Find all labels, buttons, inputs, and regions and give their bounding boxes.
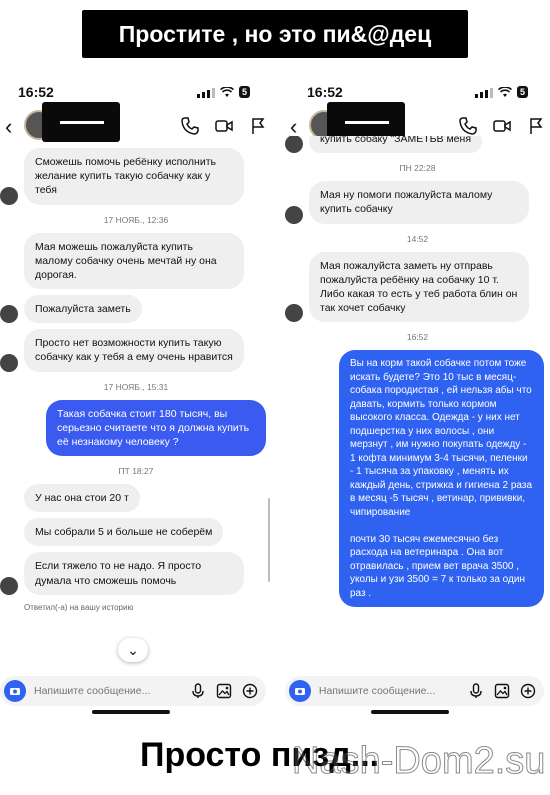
home-indicator (371, 710, 449, 714)
sender-avatar (285, 205, 303, 224)
message-feed: Сможешь помочь ребёнку исполнить желание… (0, 142, 272, 670)
sender-avatar (0, 353, 18, 372)
reply-note: Ответил(-а) на вашу историю (24, 602, 134, 612)
video-icon[interactable] (492, 116, 512, 136)
phone-icon[interactable] (180, 116, 200, 136)
gallery-icon[interactable] (216, 683, 232, 699)
message-input[interactable] (318, 685, 468, 697)
timestamp: ПТ 18:27 (118, 466, 154, 477)
scrollbar[interactable] (268, 498, 270, 582)
signal-icon (474, 87, 493, 98)
message-incoming[interactable]: Мы собрали 5 и больше не соберём (0, 518, 272, 547)
wifi-icon (497, 86, 512, 97)
status-bar: 16:52 5 (285, 84, 550, 102)
signal-icon (196, 87, 215, 98)
chevron-down-icon[interactable]: ⌄ (118, 638, 148, 662)
timestamp: 16:52 (406, 332, 429, 343)
top-banner: Простите , но это пи&@дец (82, 10, 468, 58)
sender-avatar (285, 304, 303, 323)
sender-avatar (0, 186, 18, 205)
sender-avatar (0, 576, 18, 595)
message-feed: купить собаку "ЗАМЕТЬВ меня ПН 22:28 Мая… (285, 136, 550, 670)
timestamp: 17 НОЯБ., 12:36 (103, 214, 169, 225)
status-time: 16:52 (18, 84, 54, 100)
message-incoming[interactable]: Мая пожалуйста заметь ну отправь пожалуй… (285, 251, 550, 323)
wifi-icon (219, 86, 234, 97)
left-screenshot: 16:52 5 ‹ Сможешь помочь ребёнку исполни… (0, 78, 272, 718)
phone-icon[interactable] (458, 116, 478, 136)
sender-avatar (0, 305, 18, 324)
status-time: 16:52 (307, 84, 343, 100)
status-bar: 16:52 5 (0, 84, 272, 102)
flag-icon[interactable] (526, 116, 546, 136)
microphone-icon[interactable] (468, 683, 484, 699)
redacted-username (42, 102, 120, 142)
battery-icon: 5 (516, 86, 528, 98)
message-incoming[interactable]: Сможешь помочь ребёнку исполнить желание… (0, 148, 272, 205)
message-incoming[interactable]: Если тяжело то не надо. Я просто думала … (0, 552, 272, 595)
right-screenshot: 16:52 5 ‹ купить собаку "ЗАМЕТЬВ меня ПН… (285, 78, 550, 718)
flag-icon[interactable] (248, 116, 268, 136)
back-icon[interactable]: ‹ (5, 114, 12, 140)
message-outgoing[interactable]: Вы на корм такой собачке потом тоже иска… (285, 350, 550, 608)
message-incoming[interactable]: Просто нет возможности купить такую соба… (0, 329, 272, 372)
gallery-icon[interactable] (494, 683, 510, 699)
sender-avatar (285, 136, 303, 154)
message-input[interactable] (34, 685, 184, 697)
microphone-icon[interactable] (190, 683, 206, 699)
message-composer (0, 676, 266, 706)
battery-icon: 5 (238, 86, 250, 98)
message-incoming[interactable]: Мая можешь пожалуйста купить малому соба… (0, 232, 272, 290)
watermark: Nash-Dom2.su (291, 740, 546, 783)
video-icon[interactable] (214, 116, 234, 136)
message-outgoing[interactable]: Такая собачка стоит 180 тысяч, вы серьез… (0, 399, 272, 457)
message-incoming[interactable]: купить собаку "ЗАМЕТЬВ меня (285, 136, 550, 154)
home-indicator (92, 710, 170, 714)
message-composer (285, 676, 544, 706)
camera-icon[interactable] (289, 680, 311, 702)
message-incoming[interactable]: Мая ну помоги пожалуйста малому купить с… (285, 181, 550, 224)
message-incoming[interactable]: У нас она стои 20 т (0, 484, 272, 513)
timestamp: ПН 22:28 (399, 163, 436, 174)
timestamp: 14:52 (406, 233, 429, 244)
message-incoming[interactable]: Пожалуйста заметь (0, 295, 272, 324)
plus-icon[interactable] (242, 683, 258, 699)
plus-icon[interactable] (520, 683, 536, 699)
timestamp: 17 НОЯБ., 15:31 (103, 381, 169, 392)
camera-icon[interactable] (4, 680, 26, 702)
